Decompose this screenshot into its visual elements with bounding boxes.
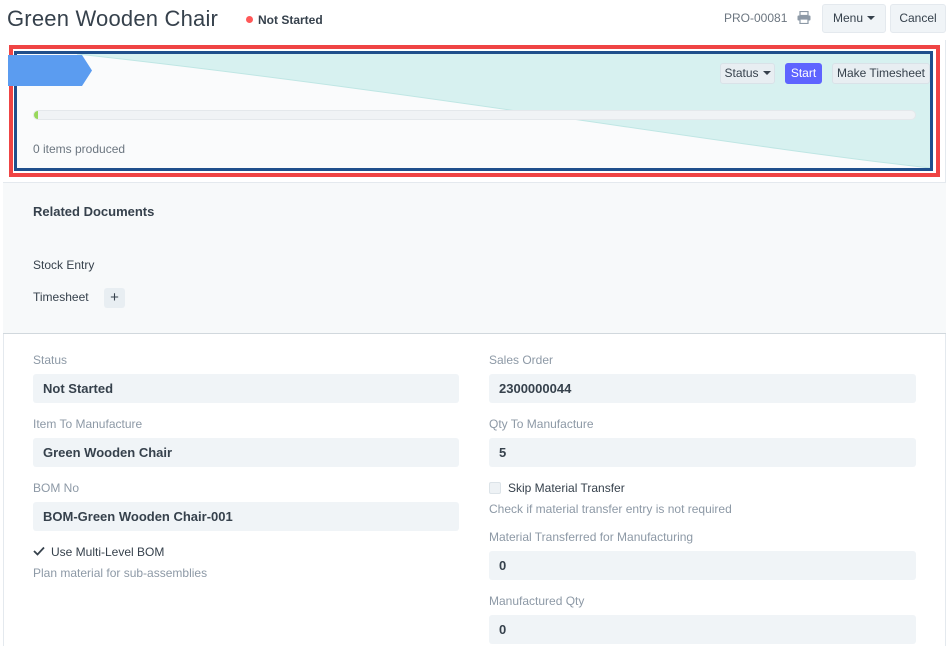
add-timesheet-button[interactable]: + bbox=[104, 288, 125, 308]
skip-material-transfer-label: Skip Material Transfer bbox=[508, 481, 625, 495]
page-title: Green Wooden Chair bbox=[7, 6, 219, 31]
item-to-manufacture-field[interactable]: Green Wooden Chair bbox=[33, 438, 459, 467]
page-header: Green Wooden Chair Not Started PRO-00081… bbox=[0, 0, 949, 40]
status-dot-icon bbox=[246, 16, 253, 23]
checkmark-icon bbox=[33, 546, 45, 556]
print-icon[interactable] bbox=[797, 11, 811, 24]
page-border-right bbox=[945, 40, 946, 646]
qty-to-manufacture-field[interactable]: 5 bbox=[489, 438, 916, 467]
stock-entry-link[interactable]: Stock Entry bbox=[33, 258, 94, 272]
caret-down-icon bbox=[867, 16, 876, 20]
manufactured-qty-label: Manufactured Qty bbox=[489, 594, 585, 608]
use-multi-level-bom-checkbox[interactable]: Use Multi-Level BOM bbox=[33, 545, 164, 559]
skip-material-transfer-checkbox[interactable]: Skip Material Transfer bbox=[489, 481, 625, 495]
progress-bar-fill bbox=[34, 111, 38, 119]
items-produced-text: 0 items produced bbox=[33, 142, 126, 156]
status-indicator-label: Not Started bbox=[258, 13, 323, 27]
material-transferred-field[interactable]: 0 bbox=[489, 551, 916, 580]
production-progress-bar bbox=[33, 110, 916, 120]
checkbox-icon bbox=[489, 482, 501, 494]
timesheet-link[interactable]: Timesheet bbox=[33, 290, 89, 304]
status-dropdown-button[interactable]: Status bbox=[720, 63, 775, 84]
qty-to-manufacture-label: Qty To Manufacture bbox=[489, 417, 594, 431]
sales-order-label: Sales Order bbox=[489, 353, 554, 367]
bom-no-label: BOM No bbox=[33, 481, 80, 495]
cancel-button[interactable]: Cancel bbox=[890, 4, 946, 33]
caret-down-icon bbox=[762, 71, 771, 75]
page-border-left bbox=[3, 334, 4, 646]
start-button[interactable]: Start bbox=[785, 63, 822, 84]
related-documents-title: Related Documents bbox=[33, 204, 155, 219]
bom-no-field[interactable]: BOM-Green Wooden Chair-001 bbox=[33, 502, 459, 531]
use-multi-level-bom-label: Use Multi-Level BOM bbox=[51, 545, 165, 559]
document-name: PRO-00081 bbox=[724, 11, 788, 25]
material-transferred-label: Material Transferred for Manufacturing bbox=[489, 530, 694, 544]
manufactured-qty-field[interactable]: 0 bbox=[489, 615, 916, 644]
status-indicator: Not Started bbox=[246, 13, 323, 27]
status-field[interactable]: Not Started bbox=[33, 374, 459, 403]
status-dropdown-label: Status bbox=[724, 66, 759, 80]
status-field-label: Status bbox=[33, 353, 68, 367]
menu-button[interactable]: Menu bbox=[822, 4, 886, 33]
item-to-manufacture-label: Item To Manufacture bbox=[33, 417, 143, 431]
skip-material-transfer-help: Check if material transfer entry is not … bbox=[489, 502, 732, 516]
sales-order-field[interactable]: 2300000044 bbox=[489, 374, 916, 403]
menu-button-label: Menu bbox=[832, 11, 864, 25]
use-multi-level-bom-help: Plan material for sub-assemblies bbox=[33, 566, 208, 580]
section-tab-marker-icon bbox=[8, 55, 92, 86]
make-timesheet-button[interactable]: Make Timesheet bbox=[832, 63, 930, 84]
